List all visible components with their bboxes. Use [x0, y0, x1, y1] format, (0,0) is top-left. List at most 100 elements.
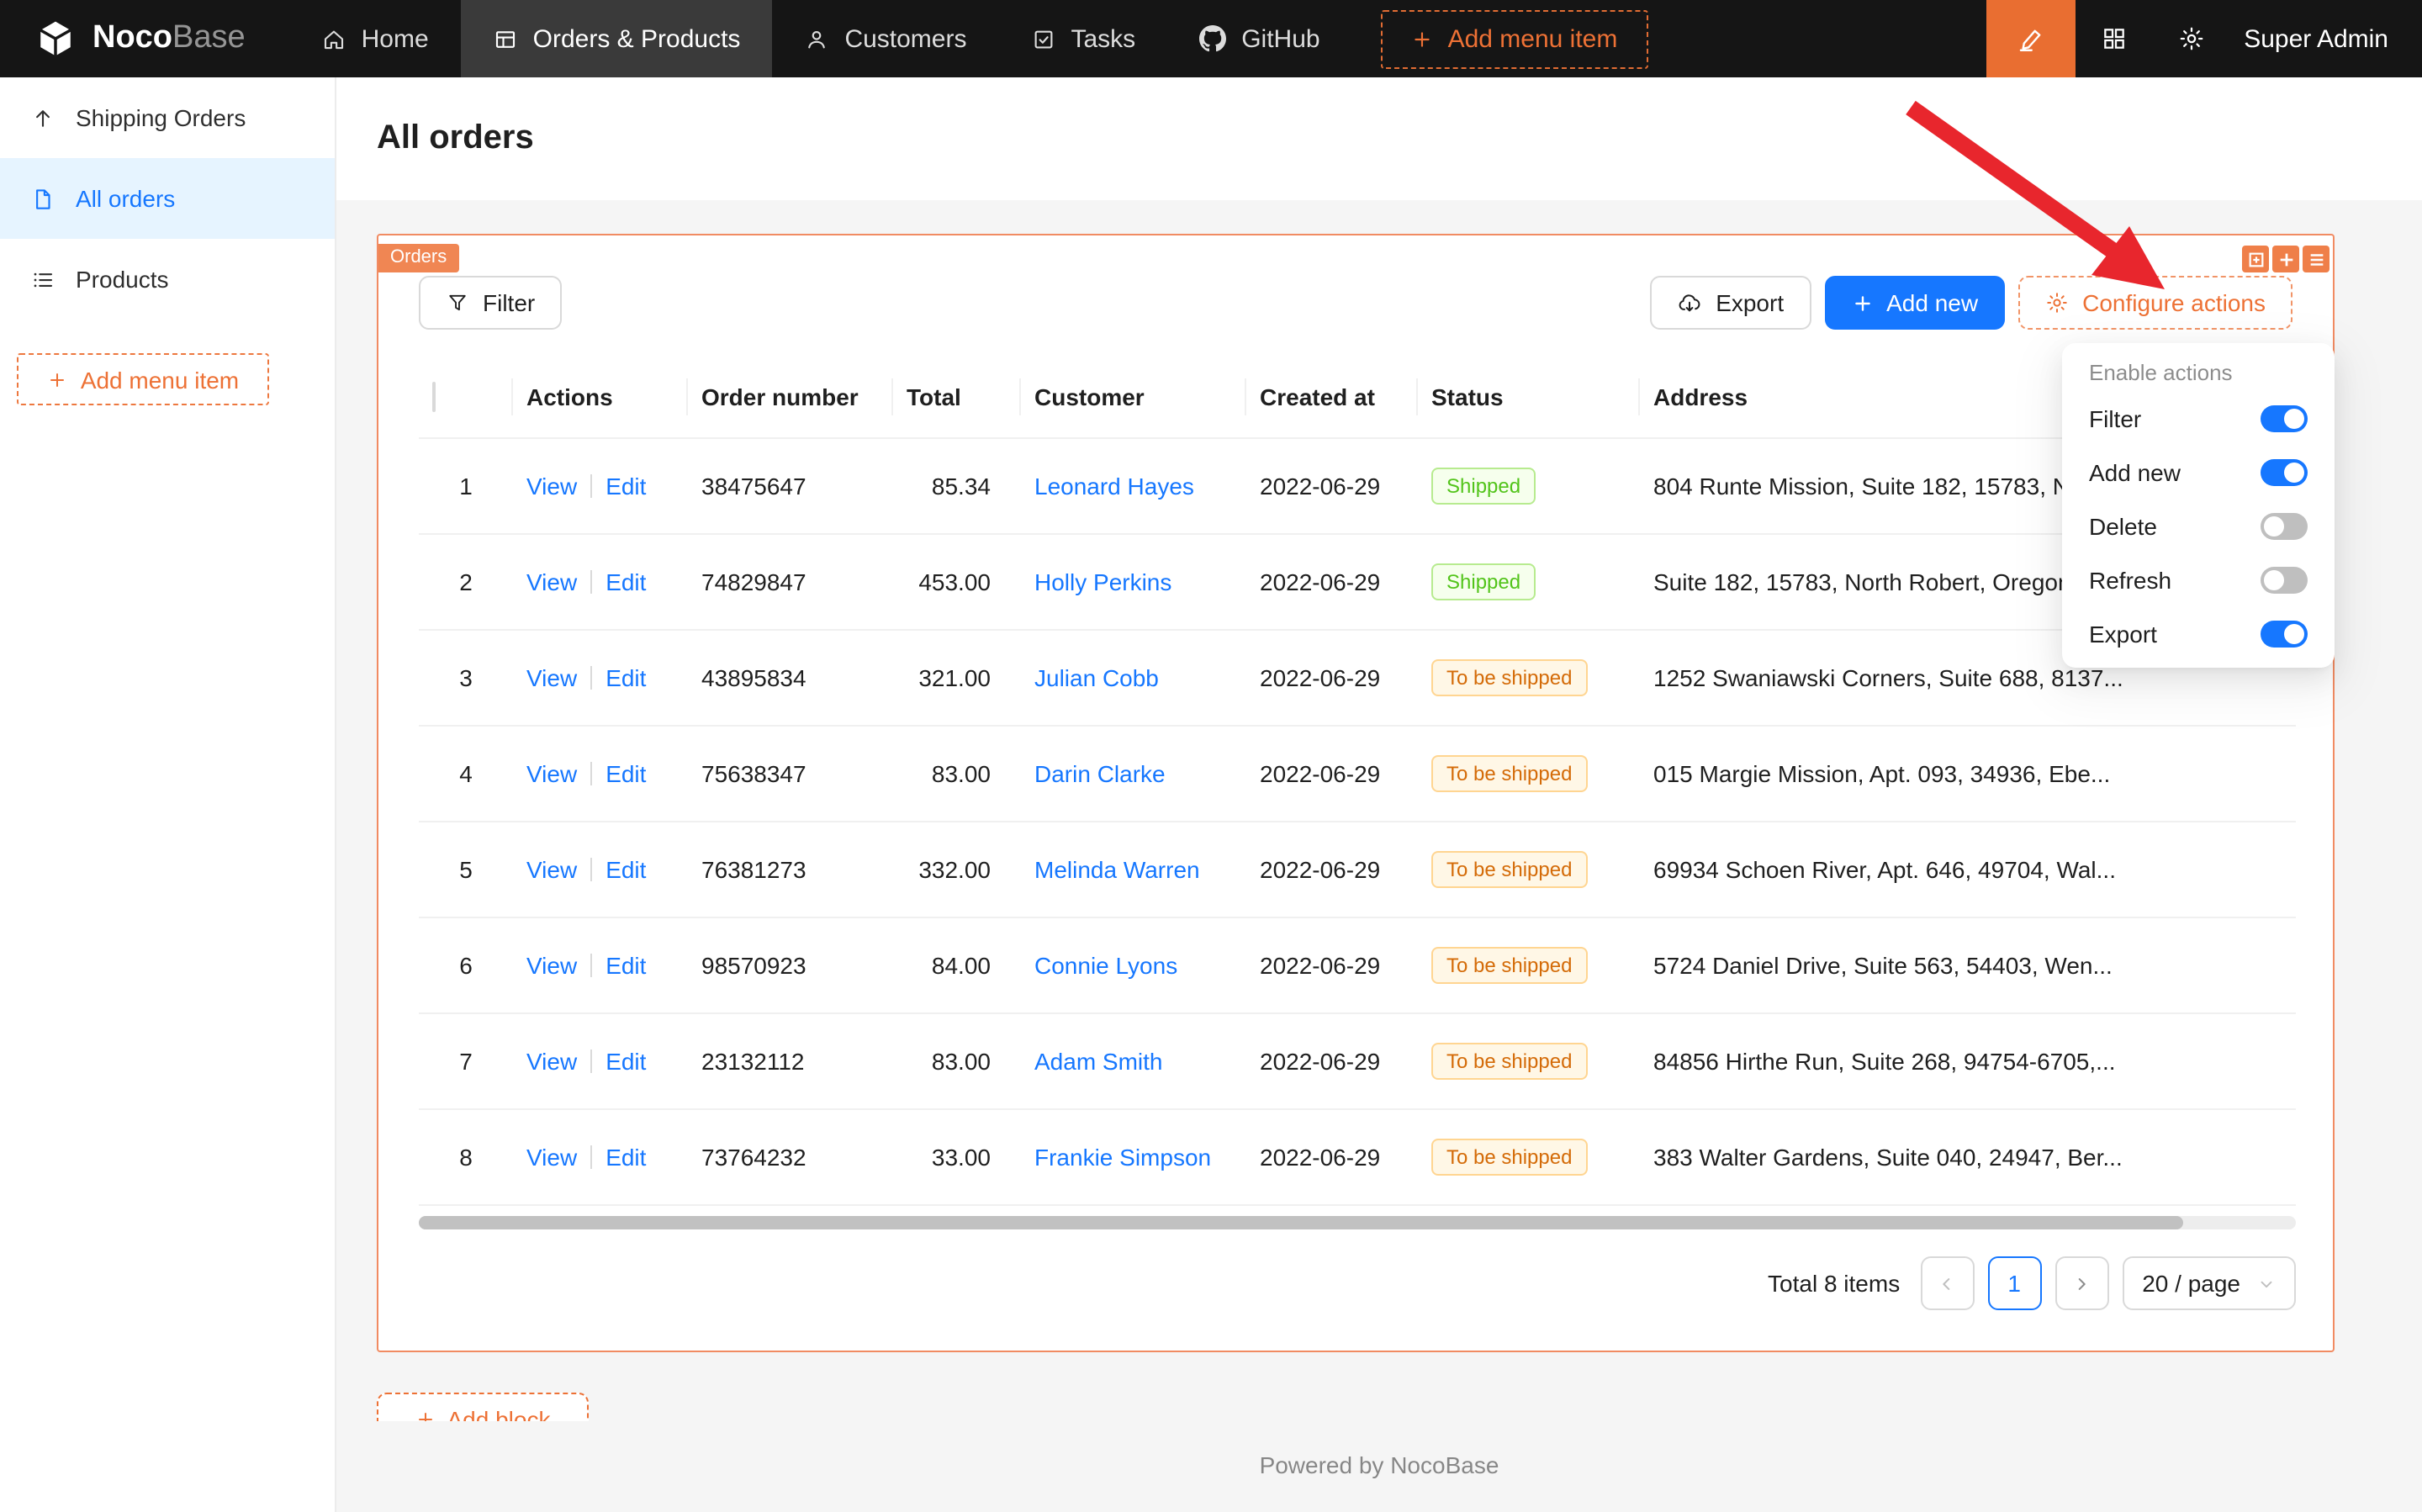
select-all-checkbox[interactable]	[432, 382, 436, 412]
edit-link[interactable]: Edit	[606, 1144, 646, 1171]
customer-cell: Julian Cobb	[1021, 630, 1246, 726]
edit-link[interactable]: Edit	[606, 568, 646, 595]
column-header-order-number: Order number	[688, 357, 893, 438]
cube-logo-icon	[34, 17, 77, 61]
status-cell: Shipped	[1418, 534, 1640, 630]
customer-link[interactable]: Connie Lyons	[1034, 952, 1177, 979]
view-link[interactable]: View	[526, 1048, 577, 1075]
customer-link[interactable]: Julian Cobb	[1034, 664, 1159, 691]
filter-button[interactable]: Filter	[419, 276, 562, 330]
table-row: 8 ViewEdit 73764232 33.00 Frankie Simpso…	[419, 1109, 2296, 1205]
status-badge: To be shipped	[1431, 1043, 1587, 1080]
block-drag-icon[interactable]	[2242, 246, 2269, 272]
export-button[interactable]: Export	[1650, 276, 1811, 330]
pagination-prev-button[interactable]	[1920, 1256, 1974, 1310]
dropdown-item[interactable]: Filter	[2069, 392, 2328, 446]
status-cell: To be shipped	[1418, 1109, 1640, 1205]
page-size-select[interactable]: 20 / page	[2122, 1256, 2296, 1310]
navbar-right: Super Admin	[1986, 0, 2422, 77]
customer-link[interactable]: Leonard Hayes	[1034, 473, 1194, 500]
divider	[590, 1145, 592, 1169]
edit-link[interactable]: Edit	[606, 760, 646, 787]
customer-link[interactable]: Frankie Simpson	[1034, 1144, 1211, 1171]
horizontal-scrollbar-thumb[interactable]	[419, 1216, 2183, 1229]
table-header-row: Actions Order number Total Customer Crea…	[419, 357, 2296, 438]
customer-cell: Leonard Hayes	[1021, 438, 1246, 534]
view-link[interactable]: View	[526, 1144, 577, 1171]
sidebar-item-shipping-orders[interactable]: Shipping Orders	[0, 77, 335, 158]
column-header-actions: Actions	[513, 357, 688, 438]
status-badge: To be shipped	[1431, 659, 1587, 696]
order-number-cell: 74829847	[688, 534, 893, 630]
add-new-button-label: Add new	[1886, 289, 1978, 316]
row-actions-cell: View Edit	[513, 726, 688, 822]
edit-link[interactable]: Edit	[606, 664, 646, 691]
add-new-button[interactable]: Add new	[1824, 276, 2005, 330]
view-link[interactable]: View	[526, 952, 577, 979]
pagination: Total 8 items 1 20 / page	[419, 1256, 2296, 1310]
block-add-icon[interactable]	[2272, 246, 2299, 272]
customer-link[interactable]: Darin Clarke	[1034, 760, 1166, 787]
table-body: 1 ViewEdit 38475647 85.34 Leonard Hayes …	[419, 438, 2296, 1205]
divider	[590, 858, 592, 881]
pagination-total: Total 8 items	[1768, 1270, 1900, 1297]
edit-link[interactable]: Edit	[606, 952, 646, 979]
sidebar-add-menu-item-button[interactable]: Add menu item	[17, 353, 269, 405]
view-link[interactable]: View	[526, 856, 577, 883]
nav-item-label: Tasks	[1071, 24, 1136, 53]
nav-item-orders-products[interactable]: Orders & Products	[461, 0, 773, 77]
nav-item-github[interactable]: GitHub	[1167, 0, 1351, 77]
pagination-page-1[interactable]: 1	[1987, 1256, 2041, 1310]
edit-link[interactable]: Edit	[606, 856, 646, 883]
nav-item-customers[interactable]: Customers	[772, 0, 998, 77]
customer-cell: Holly Perkins	[1021, 534, 1246, 630]
customer-link[interactable]: Adam Smith	[1034, 1048, 1163, 1075]
edit-link[interactable]: Edit	[606, 1048, 646, 1075]
view-link[interactable]: View	[526, 664, 577, 691]
user-menu[interactable]: Super Admin	[2230, 24, 2422, 53]
dropdown-item[interactable]: Add new	[2069, 446, 2328, 500]
configure-actions-button[interactable]: Configure actions	[2018, 276, 2292, 330]
table-row: 3 ViewEdit 43895834 321.00 Julian Cobb 2…	[419, 630, 2296, 726]
view-link[interactable]: View	[526, 473, 577, 500]
block-menu-icon[interactable]	[2303, 246, 2329, 272]
nav-add-menu-item-button[interactable]: Add menu item	[1381, 9, 1648, 68]
customer-link[interactable]: Holly Perkins	[1034, 568, 1171, 595]
created-at-cell: 2022-06-29	[1246, 726, 1418, 822]
view-link[interactable]: View	[526, 568, 577, 595]
nocobase-logo[interactable]: NocoBase	[0, 17, 289, 61]
action-toggle-switch[interactable]	[2261, 405, 2308, 432]
customer-link[interactable]: Melinda Warren	[1034, 856, 1200, 883]
ui-editor-button[interactable]	[1986, 0, 2076, 77]
dropdown-item[interactable]: Delete	[2069, 500, 2328, 553]
nav-item-home[interactable]: Home	[289, 0, 461, 77]
settings-button[interactable]	[2153, 0, 2230, 77]
view-link[interactable]: View	[526, 760, 577, 787]
action-toggle-switch[interactable]	[2261, 513, 2308, 540]
sidebar-item-products[interactable]: Products	[0, 239, 335, 320]
total-cell: 321.00	[893, 630, 1021, 726]
row-index: 2	[419, 534, 513, 630]
row-index: 1	[419, 438, 513, 534]
sidebar-item-all-orders[interactable]: All orders	[0, 158, 335, 239]
status-badge: To be shipped	[1431, 947, 1587, 984]
action-toggle-switch[interactable]	[2261, 621, 2308, 648]
created-at-cell: 2022-06-29	[1246, 630, 1418, 726]
address-cell: 69934 Schoen River, Apt. 646, 49704, Wal…	[1640, 822, 2296, 917]
customer-cell: Melinda Warren	[1021, 822, 1246, 917]
pagination-next-button[interactable]	[2054, 1256, 2108, 1310]
created-at-cell: 2022-06-29	[1246, 534, 1418, 630]
table-icon	[493, 26, 518, 51]
add-block-button[interactable]: Add block	[377, 1393, 589, 1421]
column-header-status: Status	[1418, 357, 1640, 438]
divider	[590, 1049, 592, 1073]
edit-link[interactable]: Edit	[606, 473, 646, 500]
action-toggle-switch[interactable]	[2261, 567, 2308, 594]
action-toggle-switch[interactable]	[2261, 459, 2308, 486]
filter-icon	[446, 291, 469, 315]
dropdown-item[interactable]: Export	[2069, 607, 2328, 661]
dropdown-item[interactable]: Refresh	[2069, 553, 2328, 607]
plugin-manager-button[interactable]	[2076, 0, 2153, 77]
table-row: 5 ViewEdit 76381273 332.00 Melinda Warre…	[419, 822, 2296, 917]
nav-item-tasks[interactable]: Tasks	[999, 0, 1168, 77]
